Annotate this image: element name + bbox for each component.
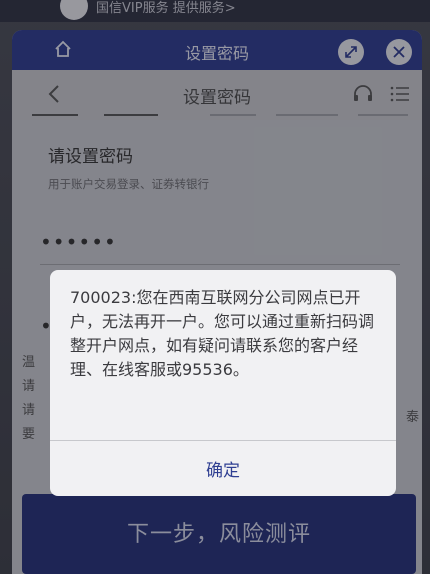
confirm-button[interactable]: 确定 [50, 441, 396, 496]
dialog-message: 700023:您在西南互联网分公司网点已开户，无法再开一户。您可以通过重新扫码调… [70, 288, 375, 379]
alert-dialog: 700023:您在西南互联网分公司网点已开户，无法再开一户。您可以通过重新扫码调… [50, 270, 396, 496]
